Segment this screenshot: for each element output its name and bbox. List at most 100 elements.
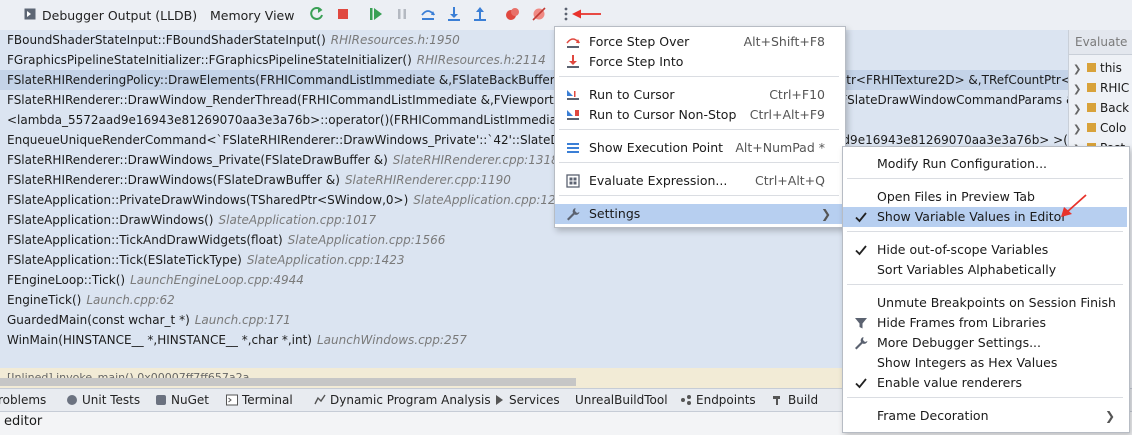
- frame-function: EnqueueUniqueRenderCommand<`FSlateRHIRen…: [7, 133, 1068, 147]
- frame-row[interactable]: FSlateRHIRenderer::DrawWindow_RenderThre…: [0, 90, 1068, 110]
- menu-item-show-execution-point[interactable]: Show Execution Point Alt+NumPad *: [555, 138, 843, 158]
- menu-item-label: Show Variable Values in Editor: [877, 209, 1067, 224]
- menu-item-label: Run to Cursor Non-Stop: [589, 107, 737, 122]
- frame-location: LaunchEngineLoop.cpp:4944: [130, 273, 304, 287]
- expand-chevron-icon[interactable]: ❯: [1073, 100, 1085, 120]
- field-icon: [1087, 103, 1096, 112]
- mute-breakpoints-icon[interactable]: [531, 6, 547, 22]
- tab-ubt-label: UnrealBuildTool: [575, 393, 668, 407]
- frame-location: Launch.cpp:62: [86, 293, 175, 307]
- nuget-icon: [156, 395, 166, 405]
- frame-function: FSlateRHIRenderingPolicy::DrawElements(F…: [7, 73, 1068, 87]
- horizontal-scrollbar[interactable]: [0, 378, 576, 386]
- step-into-icon[interactable]: [446, 6, 462, 22]
- frame-row[interactable]: FBoundShaderStateInput::FBoundShaderStat…: [0, 30, 1068, 50]
- menu-item-show-integers-as-hex-values[interactable]: Show Integers as Hex Values: [843, 353, 1127, 373]
- tab-unit-tests[interactable]: Unit Tests: [66, 393, 140, 407]
- evaluate-expression-field[interactable]: Evaluate: [1069, 30, 1132, 55]
- frame-location: SlateApplication.cpp:1295: [413, 193, 571, 207]
- tab-unrealbuildtool[interactable]: UnrealBuildTool: [575, 393, 668, 407]
- tab-debugger-output[interactable]: Debugger Output (LLDB): [42, 8, 197, 23]
- rerun-icon[interactable]: [309, 6, 325, 22]
- step-out-icon[interactable]: [472, 6, 488, 22]
- variable-name: Back: [1100, 101, 1130, 115]
- tab-dynamic-program-analysis[interactable]: Dynamic Program Analysis: [314, 393, 491, 407]
- menu-item-label: Settings: [589, 206, 641, 221]
- frame-function: <lambda_5572aad9e16943e81269070aa3e3a76b…: [7, 113, 587, 127]
- menu-item-force-step-into[interactable]: Force Step Into: [555, 52, 843, 72]
- frame-function: FBoundShaderStateInput::FBoundShaderStat…: [7, 33, 326, 47]
- menu-item-label: Unmute Breakpoints on Session Finish: [877, 295, 1116, 310]
- menu-item-more-debugger-settings[interactable]: More Debugger Settings...: [843, 333, 1127, 353]
- menu-item-force-step-over[interactable]: Force Step Over Alt+Shift+F8: [555, 32, 843, 52]
- frame-row[interactable]: FGraphicsPipelineStateInitializer::FGrap…: [0, 50, 1068, 70]
- tab-services-label: Services: [509, 393, 560, 407]
- menu-item-sort-variables-alphabetically[interactable]: Sort Variables Alphabetically: [843, 260, 1127, 280]
- submenu-arrow-icon: ❯: [820, 207, 831, 221]
- menu-item-shortcut: Alt+Shift+F8: [743, 34, 825, 49]
- endpoints-icon: [681, 395, 691, 405]
- frame-function: FSlateApplication::DrawWindows(): [7, 213, 214, 227]
- submenu-arrow-icon: ❯: [1104, 409, 1115, 423]
- resume-icon[interactable]: [368, 6, 384, 22]
- tab-build[interactable]: Build: [772, 393, 818, 407]
- menu-separator: [847, 231, 1123, 232]
- step-over-icon[interactable]: [420, 6, 436, 22]
- tab-problems-label: roblems: [0, 393, 47, 407]
- stop-icon[interactable]: [335, 6, 351, 22]
- services-icon: [496, 395, 503, 405]
- expand-chevron-icon[interactable]: ❯: [1073, 60, 1085, 80]
- variable-row[interactable]: ❯ RHIC: [1069, 78, 1132, 98]
- menu-separator: [559, 129, 839, 130]
- menu-item-run-to-cursor-non-stop[interactable]: Run to Cursor Non-Stop Ctrl+Alt+F9: [555, 105, 843, 125]
- frame-function: FSlateApplication::TickAndDrawWidgets(fl…: [7, 233, 283, 247]
- tab-build-label: Build: [788, 393, 819, 407]
- menu-item-settings[interactable]: Settings ❯: [555, 204, 843, 224]
- menu-item-shortcut: Ctrl+Alt+Q: [755, 173, 825, 188]
- wrench-icon: [567, 208, 580, 221]
- menu-item-label: Modify Run Configuration...: [877, 156, 1048, 171]
- filter-icon: [855, 318, 867, 329]
- tab-endpoints[interactable]: Endpoints: [680, 393, 756, 407]
- expand-chevron-icon[interactable]: ❯: [1073, 80, 1085, 100]
- expand-chevron-icon[interactable]: ❯: [1073, 120, 1085, 140]
- frame-location: Launch.cpp:171: [194, 313, 291, 327]
- variable-row[interactable]: ❯ Colo: [1069, 118, 1132, 138]
- menu-item-label: Enable value renderers: [877, 375, 1022, 390]
- menu-item-label: Frame Decoration: [877, 408, 989, 423]
- menu-item-unmute-breakpoints-on-session-finish[interactable]: Unmute Breakpoints on Session Finish: [843, 293, 1127, 313]
- menu-item-hide-out-of-scope-variables[interactable]: Hide out-of-scope Variables: [843, 240, 1127, 260]
- menu-item-label: More Debugger Settings...: [877, 335, 1041, 350]
- menu-item-modify-run-configuration[interactable]: Modify Run Configuration...: [843, 154, 1127, 174]
- status-text: editor: [4, 414, 43, 429]
- menu-item-label: Hide Frames from Libraries: [877, 315, 1046, 330]
- menu-item-run-to-cursor[interactable]: Run to Cursor Ctrl+F10: [555, 85, 843, 105]
- frame-location: SlateRHIRenderer.cpp:1318: [392, 153, 559, 167]
- dpa-icon: [314, 394, 326, 405]
- menu-item-evaluate-expression[interactable]: Evaluate Expression... Ctrl+Alt+Q: [555, 171, 843, 191]
- tab-terminal[interactable]: Terminal: [226, 393, 293, 407]
- menu-separator: [559, 162, 839, 163]
- annotation-arrow-icon: [1061, 194, 1087, 217]
- menu-item-label: Force Step Into: [589, 54, 684, 69]
- tab-services[interactable]: Services: [493, 393, 560, 407]
- view-breakpoints-icon[interactable]: [505, 6, 521, 22]
- variable-name: Colo: [1100, 121, 1127, 135]
- frame-function: FGraphicsPipelineStateInitializer::FGrap…: [7, 53, 412, 67]
- tab-nuget[interactable]: NuGet: [155, 393, 209, 407]
- frame-row[interactable]: FSlateRHIRenderingPolicy::DrawElements(F…: [0, 70, 1068, 90]
- pause-icon[interactable]: [394, 6, 410, 22]
- tab-memory-view[interactable]: Memory View: [210, 8, 294, 23]
- tab-problems[interactable]: roblems: [0, 393, 46, 407]
- variable-row[interactable]: ❯ this: [1069, 58, 1132, 78]
- menu-item-enable-value-renderers[interactable]: Enable value renderers: [843, 373, 1127, 393]
- frame-function: FSlateRHIRenderer::DrawWindow_RenderThre…: [7, 93, 1068, 107]
- menu-separator: [559, 76, 839, 77]
- frame-row[interactable]: <lambda_5572aad9e16943e81269070aa3e3a76b…: [0, 110, 1068, 130]
- menu-item-label: Force Step Over: [589, 34, 690, 49]
- menu-item-hide-frames-from-libraries[interactable]: Hide Frames from Libraries: [843, 313, 1127, 333]
- menu-item-frame-decoration[interactable]: Frame Decoration ❯: [843, 406, 1127, 426]
- tab-terminal-label: Terminal: [242, 393, 293, 407]
- variable-row[interactable]: ❯ Back: [1069, 98, 1132, 118]
- frame-function: FSlateRHIRenderer::DrawWindows(FSlateDra…: [7, 173, 340, 187]
